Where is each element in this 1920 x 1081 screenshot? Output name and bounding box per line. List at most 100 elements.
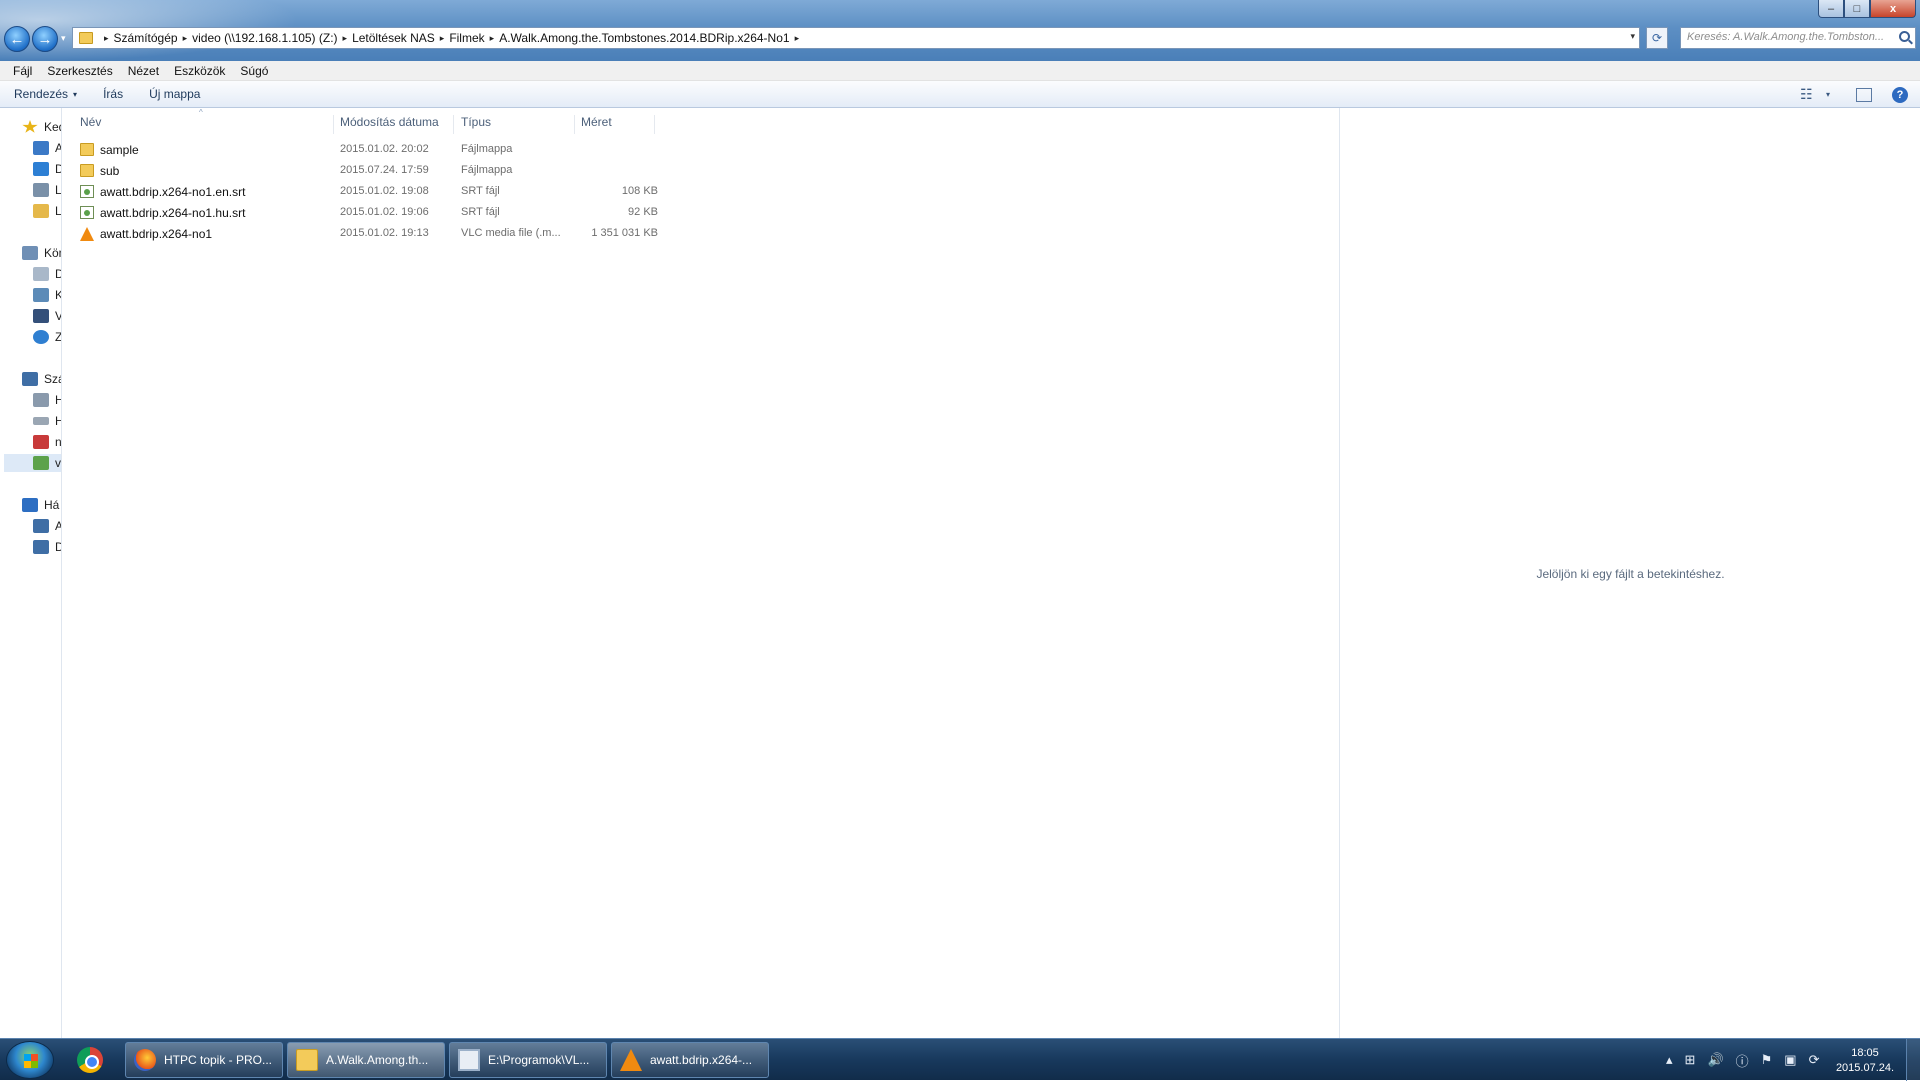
refresh-icon: ⟳ xyxy=(1651,31,1663,45)
menu-edit[interactable]: Szerkesztés xyxy=(47,64,112,78)
search-input[interactable]: Keresés: A.Walk.Among.the.Tombston... xyxy=(1680,27,1916,49)
show-hidden-icons-icon[interactable]: ▴ xyxy=(1666,1052,1673,1068)
close-button[interactable]: x xyxy=(1870,0,1916,18)
column-header-size[interactable]: Méret xyxy=(575,115,655,134)
info-icon[interactable]: ⓘ xyxy=(1736,1051,1749,1070)
minimize-button[interactable]: – xyxy=(1818,0,1844,18)
file-name: awatt.bdrip.x264-no1 xyxy=(100,227,213,241)
nav-item-desktop[interactable]: A xyxy=(33,139,61,157)
nav-computer[interactable]: Szá xyxy=(22,370,61,388)
taskbar-button-window[interactable]: E:\Programok\VL... xyxy=(449,1042,607,1078)
breadcrumb-arrow-icon[interactable]: ▸ xyxy=(795,33,800,44)
nav-item-downloads[interactable]: L xyxy=(33,202,62,220)
downloads-icon xyxy=(33,204,49,218)
dropbox-icon xyxy=(33,162,49,176)
file-size: 92 KB xyxy=(628,206,658,218)
nav-item-music[interactable]: Z xyxy=(33,328,62,346)
folder-icon xyxy=(80,164,94,177)
address-bar[interactable]: ▸ Számítógép ▸ video (\\192.168.1.105) (… xyxy=(72,27,1640,49)
breadcrumb-drive[interactable]: video (\\192.168.1.105) (Z:) xyxy=(192,31,337,45)
nav-item-recent-places[interactable]: L xyxy=(33,181,61,199)
table-row[interactable]: awatt.bdrip.x264-no1.en.srt 2015.01.02. … xyxy=(78,182,658,202)
taskbar-button-vlc[interactable]: awatt.bdrip.x264-... xyxy=(611,1042,769,1078)
volume-icon[interactable]: 🔊 xyxy=(1707,1052,1723,1068)
file-size: 1 351 031 KB xyxy=(591,227,658,239)
nav-network[interactable]: Há xyxy=(22,496,59,514)
nav-label: Z xyxy=(55,330,62,344)
breadcrumb-movies[interactable]: Filmek xyxy=(449,31,484,45)
organize-button[interactable]: Rendezés ▾ xyxy=(14,87,77,101)
nav-item-disconnected-drive[interactable]: n xyxy=(33,433,61,451)
nav-item-local-disk[interactable]: H xyxy=(33,391,61,409)
menu-help[interactable]: Súgó xyxy=(240,64,268,78)
recent-pages-dropdown[interactable]: ▾ xyxy=(61,33,66,44)
breadcrumb-arrow-icon[interactable]: ▸ xyxy=(104,33,109,44)
nav-item-dropbox[interactable]: D xyxy=(33,160,61,178)
taskbar-button-label: HTPC topik - PRO... xyxy=(164,1053,273,1067)
chrome-pinned-button[interactable] xyxy=(68,1043,112,1077)
taskbar-button-label: E:\Programok\VL... xyxy=(488,1053,590,1067)
windows-icon[interactable]: ⊞ xyxy=(1685,1052,1696,1068)
videos-icon xyxy=(33,309,49,323)
preview-pane: Jelöljön ki egy fájlt a betekintéshez. xyxy=(1341,108,1920,1038)
breadcrumb-arrow-icon[interactable]: ▸ xyxy=(440,33,445,44)
table-row[interactable]: awatt.bdrip.x264-no1 2015.01.02. 19:13 V… xyxy=(78,224,658,244)
change-view-icon[interactable]: ☷ xyxy=(1800,86,1813,103)
address-dropdown-icon[interactable]: ▾ xyxy=(1630,31,1635,42)
forward-button[interactable]: → xyxy=(32,26,58,52)
breadcrumb-arrow-icon[interactable]: ▸ xyxy=(183,33,188,44)
menu-file[interactable]: Fájl xyxy=(13,64,32,78)
column-header-type[interactable]: Típus xyxy=(454,115,575,134)
table-row[interactable]: sample 2015.01.02. 20:02 Fájlmappa xyxy=(78,140,658,160)
back-button[interactable]: ← xyxy=(4,26,30,52)
breadcrumb-computer[interactable]: Számítógép xyxy=(114,31,178,45)
organize-label: Rendezés xyxy=(14,87,69,101)
nav-item-documents[interactable]: D xyxy=(33,265,61,283)
action-center-flag-icon[interactable]: ⚑ xyxy=(1761,1052,1773,1068)
nav-label: Há xyxy=(44,498,60,512)
network-computer-icon xyxy=(33,540,49,554)
breadcrumb-downloads[interactable]: Letöltések NAS xyxy=(352,31,435,45)
table-row[interactable]: awatt.bdrip.x264-no1.hu.srt 2015.01.02. … xyxy=(78,203,658,223)
search-icon[interactable] xyxy=(1899,31,1910,42)
breadcrumb-arrow-icon[interactable]: ▸ xyxy=(343,33,348,44)
vlc-icon xyxy=(620,1049,642,1071)
maximize-button[interactable]: □ xyxy=(1844,0,1870,18)
nav-label: L xyxy=(55,204,62,218)
breadcrumb-current-folder[interactable]: A.Walk.Among.the.Tombstones.2014.BDRip.x… xyxy=(499,31,789,45)
nav-item-network-computer[interactable]: A xyxy=(33,517,61,535)
clock[interactable]: 18:05 2015.07.24. xyxy=(1830,1046,1900,1076)
nav-libraries[interactable]: Kön xyxy=(22,244,61,262)
help-icon[interactable]: ? xyxy=(1892,87,1908,103)
network-icon[interactable]: ▣ xyxy=(1784,1052,1796,1068)
window-icon xyxy=(458,1049,480,1071)
new-folder-button[interactable]: Új mappa xyxy=(149,87,200,101)
start-button[interactable] xyxy=(6,1041,54,1079)
sort-ascending-icon: ^ xyxy=(199,108,203,117)
menu-view[interactable]: Nézet xyxy=(128,64,159,78)
show-desktop-button[interactable] xyxy=(1906,1039,1920,1081)
menu-tools[interactable]: Eszközök xyxy=(174,64,225,78)
clock-time: 18:05 xyxy=(1851,1047,1879,1059)
column-header-date[interactable]: Módosítás dátuma xyxy=(334,115,454,134)
file-type: SRT fájl xyxy=(461,206,500,218)
breadcrumb-arrow-icon[interactable]: ▸ xyxy=(490,33,495,44)
refresh-button[interactable]: ⟳ xyxy=(1646,27,1668,49)
table-row[interactable]: sub 2015.07.24. 17:59 Fájlmappa xyxy=(78,161,658,181)
column-header-name[interactable]: Név xyxy=(62,115,334,134)
nav-item-network-drive-selected[interactable]: v xyxy=(4,454,61,472)
view-options-chevron-icon[interactable]: ▾ xyxy=(1826,90,1830,99)
burn-button[interactable]: Írás xyxy=(103,87,123,101)
documents-icon xyxy=(33,267,49,281)
preview-pane-icon[interactable] xyxy=(1856,88,1872,102)
nav-item-pictures[interactable]: K xyxy=(33,286,61,304)
taskbar-button-firefox[interactable]: HTPC topik - PRO... xyxy=(125,1042,283,1078)
file-date: 2015.01.02. 20:02 xyxy=(340,143,429,155)
nav-item-videos[interactable]: V xyxy=(33,307,61,325)
file-date: 2015.01.02. 19:06 xyxy=(340,206,429,218)
nav-item-network-computer[interactable]: D xyxy=(33,538,61,556)
nav-item-drive[interactable]: H xyxy=(33,412,61,430)
taskbar-button-explorer[interactable]: A.Walk.Among.th... xyxy=(287,1042,445,1078)
nav-favorites[interactable]: Ked xyxy=(22,118,61,136)
sync-icon[interactable]: ⟳ xyxy=(1809,1052,1820,1068)
